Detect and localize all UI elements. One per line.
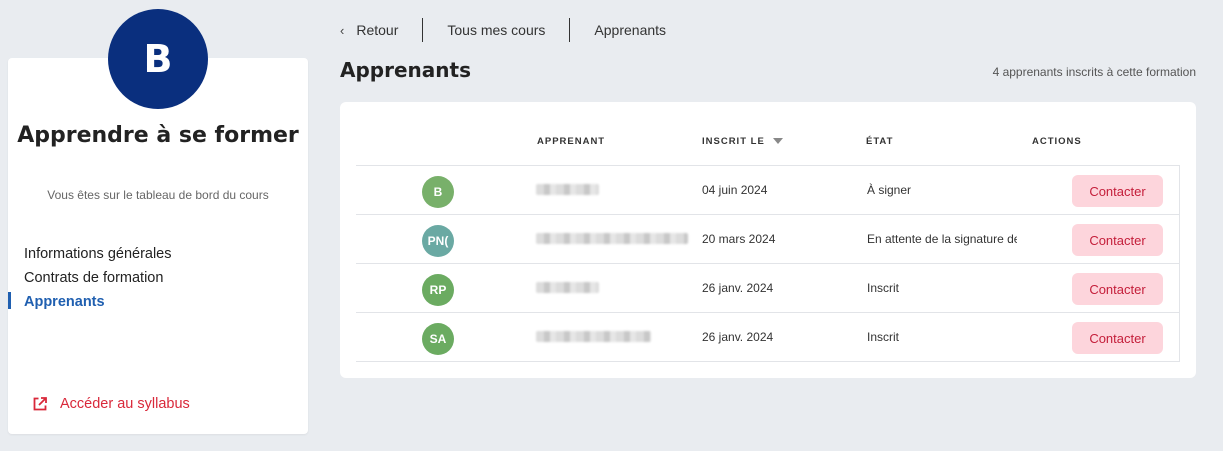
learner-avatar: SA [422,323,454,355]
learner-name-redacted [536,184,599,195]
back-button[interactable]: ‹ Retour [340,22,398,38]
learner-count: 4 apprenants inscrits à cette formation [992,65,1196,79]
syllabus-link-label: Accéder au syllabus [60,396,190,412]
nav-item-apprenants[interactable]: Apprenants [8,292,308,316]
breadcrumb: ‹ Retour Tous mes cours Apprenants [340,18,666,42]
enrolled-date: 26 janv. 2024 [702,330,774,344]
nav-item-informations[interactable]: Informations générales [8,244,308,268]
enrollment-state: En attente de la signature de l'OF [867,232,1017,246]
table-row: RP 26 janv. 2024 Inscrit Contacter [356,264,1179,313]
enrolled-date: 04 juin 2024 [702,183,768,197]
learner-name-redacted [536,282,599,293]
chevron-left-icon: ‹ [340,22,345,38]
breadcrumb-divider [422,18,424,42]
breadcrumb-divider [569,18,571,42]
enrollment-state: Inscrit [867,281,900,295]
course-subtitle: Vous êtes sur le tableau de bord du cour… [47,188,269,202]
learner-avatar: B [422,176,454,208]
col-header-apprenant: APPRENANT [537,136,606,147]
external-link-icon [33,397,47,411]
course-nav: Informations générales Contrats de forma… [8,244,308,316]
table-body: B 04 juin 2024 À signer Contacter PN( 20… [356,166,1180,362]
enrollment-state: Inscrit [867,330,900,344]
breadcrumb-courses[interactable]: Tous mes cours [447,22,545,38]
learner-avatar: PN( [422,225,454,257]
table-row: SA 26 janv. 2024 Inscrit Contacter [356,313,1179,362]
learner-name-redacted [536,233,688,244]
enrollment-state: À signer [867,183,912,197]
nav-item-contrats[interactable]: Contrats de formation [8,268,308,292]
syllabus-link[interactable]: Accéder au syllabus [32,396,190,412]
page-title: Apprenants [340,58,471,82]
learners-table: APPRENANT INSCRIT LE ÉTAT ACTIONS B 04 j… [340,102,1196,378]
breadcrumb-current: Apprenants [594,22,667,38]
col-header-inscrit-le-label: INSCRIT LE [702,136,765,147]
course-avatar: B [108,9,208,109]
course-title: Apprendre à se former [17,123,299,148]
table-row: B 04 juin 2024 À signer Contacter [356,166,1179,215]
back-label: Retour [356,22,399,38]
contact-button[interactable]: Contacter [1072,273,1163,305]
enrolled-date: 20 mars 2024 [702,232,776,246]
enrolled-date: 26 janv. 2024 [702,281,774,295]
caret-down-icon[interactable] [772,138,783,145]
learner-name-redacted [536,331,651,342]
col-header-actions: ACTIONS [1032,136,1082,147]
contact-button[interactable]: Contacter [1072,322,1163,354]
contact-button[interactable]: Contacter [1072,224,1163,256]
learner-avatar: RP [422,274,454,306]
col-header-etat: ÉTAT [866,136,894,147]
contact-button[interactable]: Contacter [1072,175,1163,207]
col-header-inscrit-le[interactable]: INSCRIT LE [702,136,783,147]
table-row: PN( 20 mars 2024 En attente de la signat… [356,215,1179,264]
table-header: APPRENANT INSCRIT LE ÉTAT ACTIONS [356,126,1180,166]
